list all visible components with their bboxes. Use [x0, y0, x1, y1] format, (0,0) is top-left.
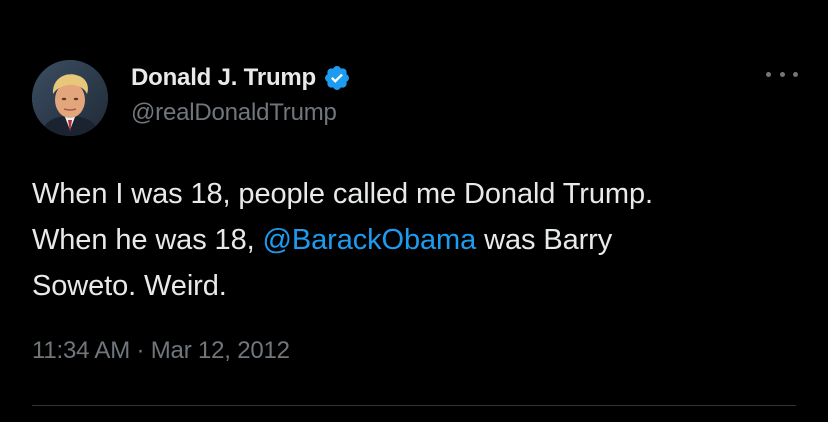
- verified-badge-icon: [323, 64, 351, 92]
- tweet-timestamp: 11:34 AM · Mar 12, 2012: [32, 337, 290, 365]
- meta-separator: ·: [136, 337, 145, 364]
- mention-link[interactable]: @BarackObama: [263, 224, 477, 256]
- tweet-line-3: Soweto. Weird.: [32, 270, 227, 302]
- tweet-line-2-prefix: When he was 18,: [32, 224, 263, 256]
- tweet-time[interactable]: 11:34 AM: [32, 337, 130, 364]
- more-dot: [779, 71, 785, 77]
- more-dot: [793, 71, 798, 77]
- display-name[interactable]: Donald J. Trump: [131, 64, 316, 92]
- tweet-line-2: When he was 18, @BarackObama was Barry: [32, 217, 802, 263]
- tweet-date[interactable]: Mar 12, 2012: [151, 337, 290, 364]
- tweet-text: When I was 18, people called me Donald T…: [32, 171, 802, 309]
- tweet: Donald J. Trump @realDonaldTrump When I …: [0, 0, 828, 422]
- more-dot: [766, 71, 771, 77]
- more-options-icon[interactable]: [766, 62, 798, 86]
- tweet-line-1: When I was 18, people called me Donald T…: [32, 178, 653, 210]
- divider: [32, 405, 796, 406]
- tweet-line-2-suffix: was Barry: [476, 224, 613, 256]
- avatar[interactable]: [32, 60, 108, 136]
- handle[interactable]: @realDonaldTrump: [131, 99, 337, 127]
- name-row: Donald J. Trump: [131, 60, 351, 96]
